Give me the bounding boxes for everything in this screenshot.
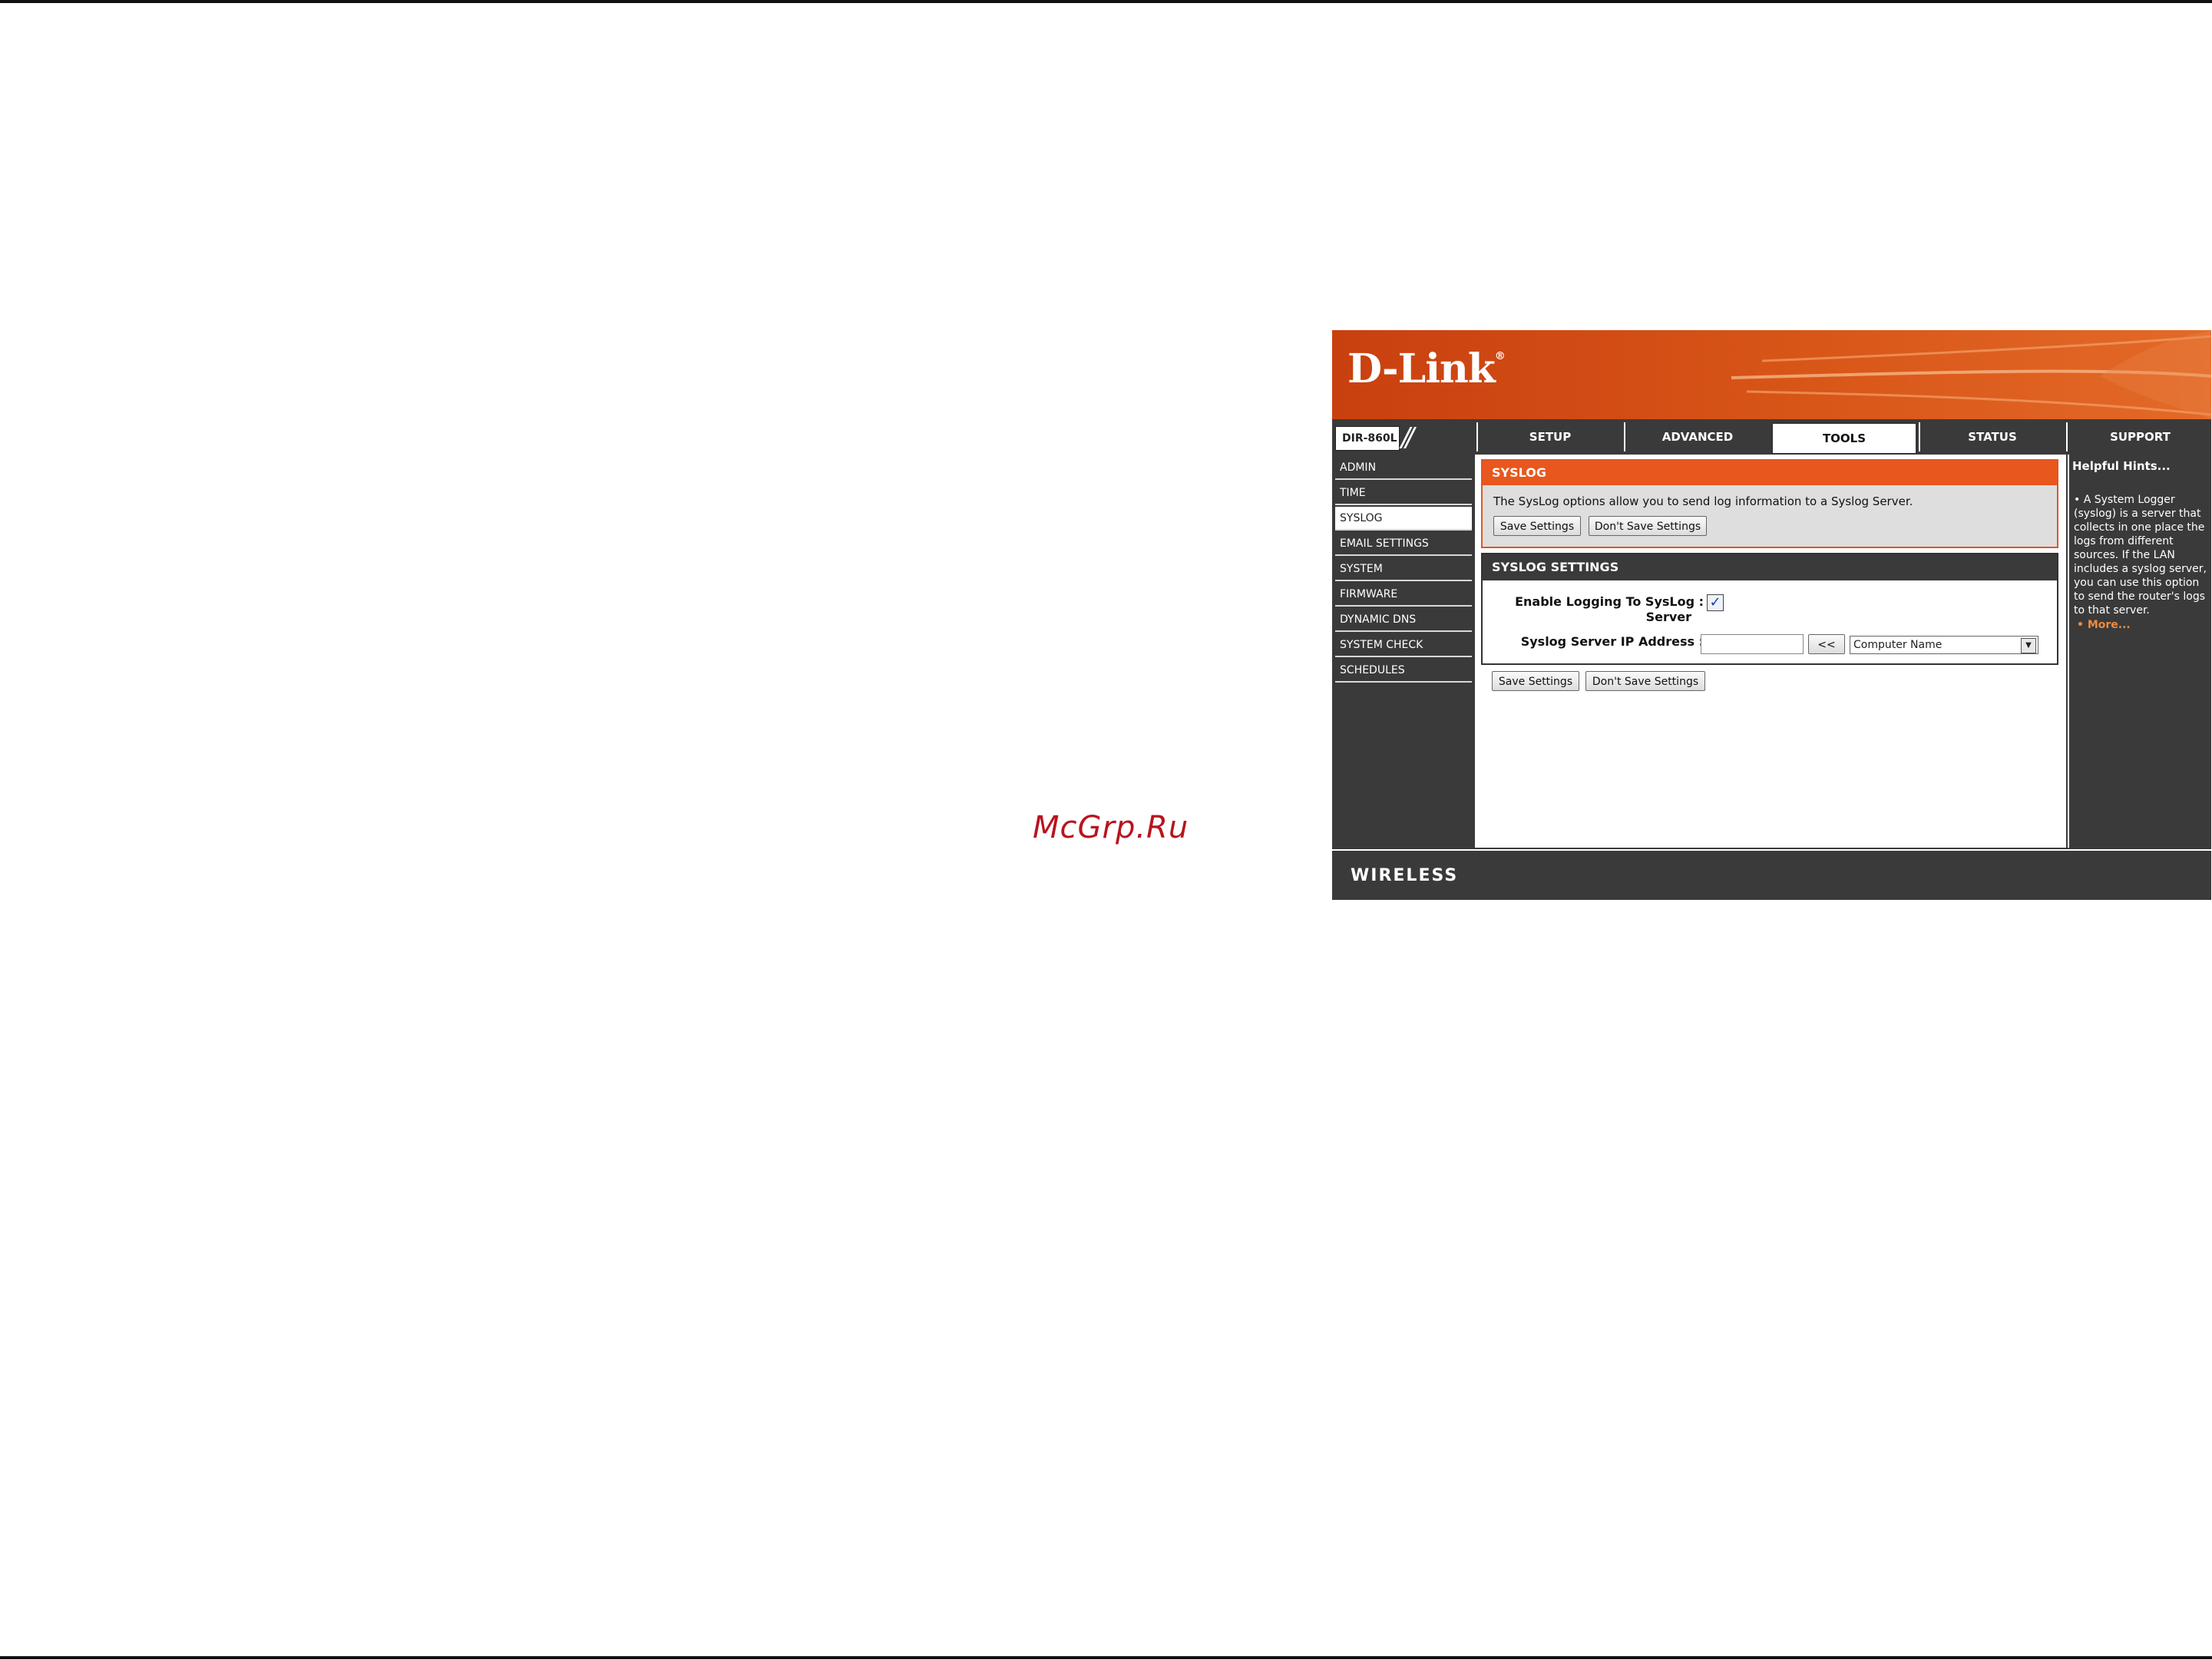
dlink-logo: D-Link® [1347, 346, 1506, 392]
chevron-down-icon: ▼ [2021, 638, 2036, 653]
save-settings-button[interactable]: Save Settings [1493, 516, 1581, 536]
syslog-ip-label: Syslog Server IP Address : [1520, 634, 1704, 649]
helpful-hints-title: Helpful Hints... [2072, 459, 2171, 473]
sidebar-item-time[interactable]: TIME [1335, 481, 1472, 505]
syslog-ip-input[interactable] [1701, 634, 1804, 654]
more-link[interactable]: • More... [2077, 619, 2131, 631]
helpful-hints-panel: Helpful Hints... • A System Logger (sysl… [2068, 455, 2211, 848]
dont-save-settings-button[interactable]: Don't Save Settings [1589, 516, 1707, 536]
main-content: SYSLOG The SysLog options allow you to s… [1476, 455, 2066, 848]
page-top-rule [0, 0, 2212, 3]
sidebar-item-admin[interactable]: ADMIN [1335, 456, 1472, 480]
model-badge: DIR-860L [1335, 426, 1400, 451]
syslog-intro-panel: SYSLOG The SysLog options allow you to s… [1481, 459, 2058, 548]
footer-bar: WIRELESS [1332, 849, 2211, 900]
watermark-text: McGrp.Ru [1033, 810, 1189, 845]
syslog-settings-panel: SYSLOG SETTINGS Enable Logging To SysLog… [1481, 553, 2058, 665]
tab-advanced[interactable]: ADVANCED [1624, 422, 1770, 451]
sidebar-item-schedules[interactable]: SCHEDULES [1335, 659, 1472, 683]
sidebar-item-firmware[interactable]: FIRMWARE [1335, 583, 1472, 607]
dont-save-settings-button-bottom[interactable]: Don't Save Settings [1585, 671, 1705, 691]
tab-status[interactable]: STATUS [1919, 422, 2065, 451]
sidebar: ADMIN TIME SYSLOG EMAIL SETTINGS SYSTEM … [1332, 455, 1476, 848]
sidebar-item-system-check[interactable]: SYSTEM CHECK [1335, 633, 1472, 657]
tab-tools[interactable]: TOOLS [1771, 422, 1917, 455]
sidebar-item-syslog[interactable]: SYSLOG [1335, 507, 1472, 531]
sidebar-item-email-settings[interactable]: EMAIL SETTINGS [1335, 532, 1472, 556]
save-settings-button-bottom[interactable]: Save Settings [1492, 671, 1579, 691]
wireless-logo: WIRELESS [1351, 866, 1459, 885]
enable-logging-label-line2: Server [1645, 610, 1691, 624]
helpful-hints-text: • A System Logger (syslog) is a server t… [2074, 494, 2207, 617]
tab-setup[interactable]: SETUP [1476, 422, 1622, 451]
top-tab-bar: DIR-860L // SETUP ADVANCED TOOLS STATUS … [1332, 419, 2211, 455]
page-bottom-rule [0, 1656, 2212, 1659]
computer-name-select[interactable]: Computer Name ▼ [1850, 636, 2038, 654]
model-slashes-graphic: // [1401, 422, 1414, 453]
enable-logging-checkbox[interactable]: ✓ [1707, 594, 1724, 611]
syslog-description: The SysLog options allow you to send log… [1493, 494, 1913, 508]
syslog-settings-title: SYSLOG SETTINGS [1483, 554, 2057, 580]
syslog-section-title: SYSLOG [1483, 461, 2057, 485]
copy-ip-button[interactable]: << [1808, 634, 1845, 654]
sidebar-item-system[interactable]: SYSTEM [1335, 557, 1472, 581]
tab-support[interactable]: SUPPORT [2066, 422, 2211, 451]
router-web-ui: D-Link® DIR-860L // SETUP ADVANCED TOOLS… [1332, 330, 2211, 900]
enable-logging-label: Enable Logging To SysLog : [1515, 594, 1704, 609]
header-banner: D-Link® [1332, 330, 2211, 419]
sidebar-item-dynamic-dns[interactable]: DYNAMIC DNS [1335, 608, 1472, 632]
